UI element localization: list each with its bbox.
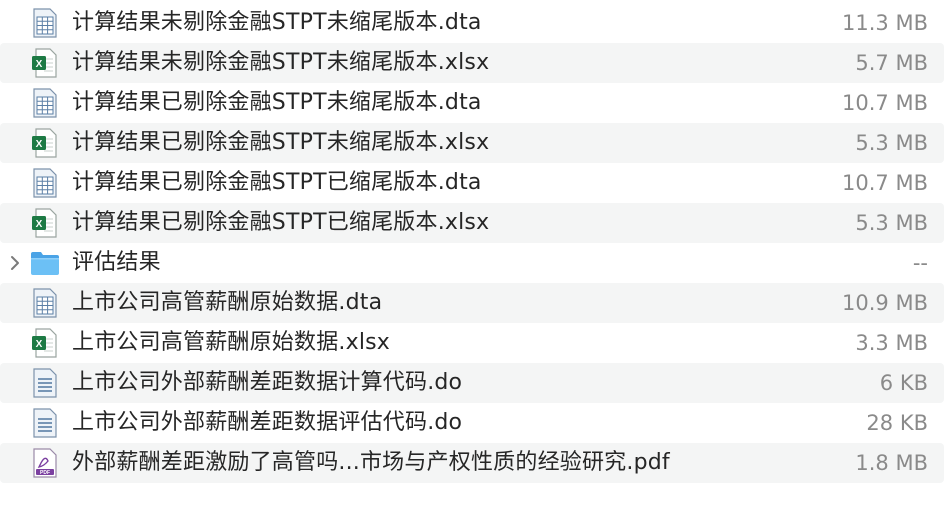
file-size: 5.3 MB	[855, 131, 928, 155]
svg-text:X: X	[36, 219, 43, 230]
file-name: 上市公司高管薪酬原始数据.dta	[72, 290, 383, 315]
file-size: 1.8 MB	[855, 451, 928, 475]
file-size: --	[912, 251, 928, 275]
file-row[interactable]: 上市公司外部薪酬差距数据评估代码.do 28 KB	[0, 403, 944, 443]
file-name: 计算结果已剔除金融STPT已缩尾版本.xlsx	[72, 210, 490, 235]
file-list: 计算结果未剔除金融STPT未缩尾版本.dta 11.3 MB X 计算结果未剔除…	[0, 0, 944, 483]
file-name: 计算结果未剔除金融STPT未缩尾版本.xlsx	[72, 50, 490, 75]
dta-file-icon	[30, 168, 60, 198]
excel-file-icon: X	[30, 328, 60, 358]
file-row[interactable]: X 上市公司高管薪酬原始数据.xlsx 3.3 MB	[0, 323, 944, 363]
file-name: 外部薪酬差距激励了高管吗...市场与产权性质的经验研究.pdf	[72, 450, 670, 475]
file-name: 上市公司高管薪酬原始数据.xlsx	[72, 330, 391, 355]
file-size: 5.7 MB	[855, 51, 928, 75]
file-name: 计算结果已剔除金融STPT未缩尾版本.xlsx	[72, 130, 490, 155]
dta-file-icon	[30, 8, 60, 38]
file-size: 11.3 MB	[842, 11, 928, 35]
file-size: 3.3 MB	[855, 331, 928, 355]
excel-file-icon: X	[30, 48, 60, 78]
file-name: 计算结果已剔除金融STPT未缩尾版本.dta	[72, 90, 482, 115]
chevron-right-icon[interactable]	[6, 243, 24, 283]
file-row[interactable]: X 计算结果未剔除金融STPT未缩尾版本.xlsx 5.7 MB	[0, 43, 944, 83]
file-size: 10.7 MB	[842, 91, 928, 115]
pdf-file-icon: PDF	[30, 448, 60, 478]
file-name: 上市公司外部薪酬差距数据评估代码.do	[72, 410, 463, 435]
file-name: 计算结果已剔除金融STPT已缩尾版本.dta	[72, 170, 482, 195]
folder-row[interactable]: 评估结果 --	[0, 243, 944, 283]
svg-text:X: X	[36, 59, 43, 70]
file-size: 6 KB	[879, 371, 928, 395]
svg-text:X: X	[36, 339, 43, 350]
file-row[interactable]: X 计算结果已剔除金融STPT未缩尾版本.xlsx 5.3 MB	[0, 123, 944, 163]
file-row[interactable]: 上市公司高管薪酬原始数据.dta 10.9 MB	[0, 283, 944, 323]
file-row[interactable]: 计算结果未剔除金融STPT未缩尾版本.dta 11.3 MB	[0, 3, 944, 43]
folder-name: 评估结果	[72, 250, 161, 275]
file-row[interactable]: 计算结果已剔除金融STPT未缩尾版本.dta 10.7 MB	[0, 83, 944, 123]
folder-icon	[30, 248, 60, 278]
excel-file-icon: X	[30, 208, 60, 238]
file-row[interactable]: 计算结果已剔除金融STPT已缩尾版本.dta 10.7 MB	[0, 163, 944, 203]
file-row[interactable]: PDF 外部薪酬差距激励了高管吗...市场与产权性质的经验研究.pdf 1.8 …	[0, 443, 944, 483]
file-size: 10.7 MB	[842, 171, 928, 195]
file-name: 计算结果未剔除金融STPT未缩尾版本.dta	[72, 10, 482, 35]
text-file-icon	[30, 408, 60, 438]
dta-file-icon	[30, 288, 60, 318]
svg-text:PDF: PDF	[40, 470, 50, 476]
file-size: 10.9 MB	[842, 291, 928, 315]
file-size: 28 KB	[866, 411, 928, 435]
file-row[interactable]: 上市公司外部薪酬差距数据计算代码.do 6 KB	[0, 363, 944, 403]
file-name: 上市公司外部薪酬差距数据计算代码.do	[72, 370, 463, 395]
text-file-icon	[30, 368, 60, 398]
file-row[interactable]: X 计算结果已剔除金融STPT已缩尾版本.xlsx 5.3 MB	[0, 203, 944, 243]
dta-file-icon	[30, 88, 60, 118]
svg-text:X: X	[36, 139, 43, 150]
file-size: 5.3 MB	[855, 211, 928, 235]
excel-file-icon: X	[30, 128, 60, 158]
